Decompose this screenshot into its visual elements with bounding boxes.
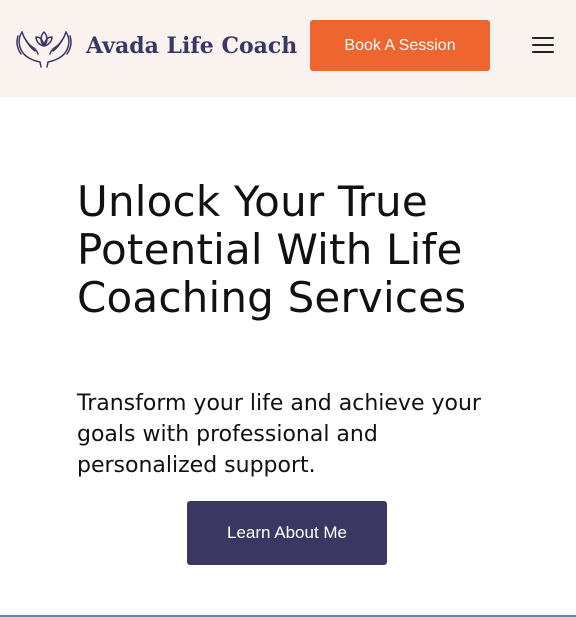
brand-logo-link[interactable]: Avada Life Coach bbox=[14, 24, 297, 68]
hero-title: Unlock Your True Potential With Life Coa… bbox=[77, 177, 467, 322]
brand-name: Avada Life Coach bbox=[86, 33, 298, 59]
hands-lotus-icon bbox=[16, 31, 72, 68]
learn-about-me-button[interactable]: Learn About Me bbox=[187, 501, 387, 565]
hero-subtitle: Transform your life and achieve your goa… bbox=[77, 391, 481, 478]
hamburger-menu-icon bbox=[532, 37, 554, 53]
menu-button[interactable] bbox=[528, 33, 558, 57]
book-session-button[interactable]: Book A Session bbox=[310, 20, 490, 71]
site-header: Avada Life Coach Book A Session bbox=[0, 0, 576, 97]
